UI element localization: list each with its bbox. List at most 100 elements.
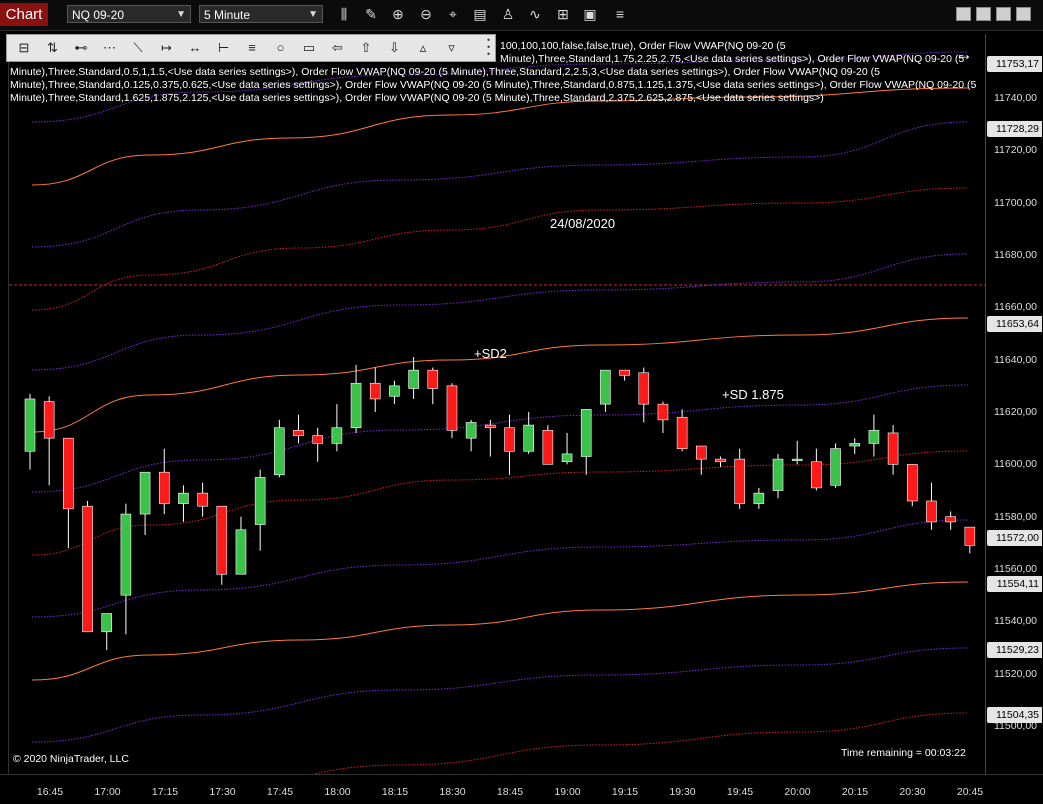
candle-body bbox=[523, 424, 534, 452]
candle-body bbox=[408, 369, 419, 389]
candle-body bbox=[504, 427, 515, 452]
time-tick-label: 17:15 bbox=[151, 786, 179, 798]
time-remaining: Time remaining = 00:03:22 bbox=[841, 747, 966, 759]
vwap-band-line bbox=[31, 317, 969, 433]
price-tick-label: 11740,00 bbox=[994, 92, 1038, 105]
candle-body bbox=[561, 453, 573, 463]
vwap-band-line bbox=[31, 121, 969, 248]
candle-body bbox=[964, 526, 976, 546]
arrow-right-icon[interactable]: → bbox=[955, 44, 973, 65]
time-tick-label: 19:00 bbox=[554, 786, 581, 798]
time-tick-label: 20:00 bbox=[784, 786, 811, 798]
candle-body bbox=[906, 464, 918, 502]
vwap-band-line bbox=[31, 384, 969, 493]
candle-body bbox=[446, 385, 458, 431]
copyright-text: © 2020 NinjaTrader, LLC bbox=[13, 753, 129, 765]
candle-body bbox=[945, 516, 956, 523]
candle-body bbox=[178, 492, 189, 504]
price-marker-box: 11728,29 bbox=[987, 120, 1042, 137]
time-tick-label: 18:45 bbox=[496, 786, 524, 798]
price-tick-label: 11520,00 bbox=[994, 667, 1038, 680]
vwap-band-line bbox=[31, 519, 969, 618]
time-tick-label: 19:15 bbox=[611, 786, 639, 798]
price-tick-label: 11580,00 bbox=[994, 510, 1038, 523]
price-marker-box: 11653,64 bbox=[987, 316, 1042, 332]
sd1875-label: +SD 1.875 bbox=[722, 387, 784, 402]
date-label: 24/08/2020 bbox=[550, 216, 616, 231]
candle-body bbox=[43, 401, 55, 439]
candle-body bbox=[676, 416, 688, 449]
price-tick-label: 11620,00 bbox=[994, 406, 1038, 419]
time-tick-label: 20:45 bbox=[956, 786, 984, 798]
time-tick-label: 18:00 bbox=[324, 786, 351, 798]
candle-body bbox=[638, 372, 650, 405]
price-marker-box: 11504,35 bbox=[987, 706, 1042, 723]
time-tick-label: 19:45 bbox=[726, 786, 754, 798]
time-tick-label: 17:30 bbox=[209, 786, 236, 798]
price-tick-label: 11720,00 bbox=[994, 144, 1038, 157]
indicator-line: Minute),Three,Standard,0.5,1,1.5,<Use da… bbox=[10, 66, 880, 78]
price-tick-label: 11600,00 bbox=[994, 458, 1038, 471]
price-chart bbox=[9, 51, 985, 791]
candle-body bbox=[830, 448, 841, 486]
vwap-band-line bbox=[31, 647, 969, 743]
price-tick-label: 11640,00 bbox=[994, 353, 1038, 366]
time-tick-label: 19:30 bbox=[669, 786, 696, 798]
candle-body bbox=[695, 445, 707, 460]
candle-body bbox=[312, 435, 324, 444]
time-tick-label: 18:30 bbox=[439, 786, 466, 798]
candle-body bbox=[63, 437, 74, 510]
candle-body bbox=[101, 613, 113, 633]
price-tick-label: 11700,00 bbox=[994, 196, 1038, 209]
vwap-band-line bbox=[31, 187, 969, 311]
indicator-line: Minute),Three,Standard,1.625,1.875,2.125… bbox=[10, 92, 824, 104]
candle-body bbox=[369, 382, 381, 400]
candle-body bbox=[772, 458, 784, 491]
candle-body bbox=[24, 398, 36, 452]
time-tick-label: 18:15 bbox=[381, 786, 409, 798]
candle-body bbox=[868, 430, 880, 444]
price-tick-label: 11660,00 bbox=[994, 301, 1038, 314]
candle-body bbox=[542, 430, 554, 465]
price-tick-label: 11680,00 bbox=[994, 249, 1038, 262]
candle-body bbox=[619, 369, 630, 376]
candle-body bbox=[254, 477, 266, 525]
vwap-band-line bbox=[31, 581, 969, 681]
candle-body bbox=[139, 471, 151, 515]
candle-body bbox=[197, 492, 208, 507]
candle-body bbox=[887, 432, 899, 465]
candle-body bbox=[274, 427, 285, 476]
candle-body bbox=[580, 409, 592, 457]
candle-body bbox=[235, 529, 247, 575]
sd2-label: +SD2 bbox=[474, 346, 507, 361]
candle-body bbox=[465, 422, 477, 439]
price-tick-label: 11540,00 bbox=[994, 615, 1038, 628]
candle-body bbox=[216, 505, 228, 575]
candle-body bbox=[427, 369, 439, 389]
price-marker-box: 11753,17 bbox=[987, 55, 1042, 72]
time-tick-label: 20:15 bbox=[841, 786, 869, 798]
indicator-labels: 100,100,100,false,false,true), Order Flo… bbox=[10, 40, 982, 105]
candle-body bbox=[350, 382, 362, 429]
candle-body bbox=[389, 385, 400, 397]
time-tick-label: 16:45 bbox=[36, 786, 64, 798]
time-tick-label: 17:00 bbox=[94, 786, 121, 798]
indicator-line: 100,100,100,false,false,true), Order Flo… bbox=[500, 40, 786, 52]
candle-body bbox=[734, 458, 745, 504]
candle-body bbox=[331, 427, 343, 444]
candle-body bbox=[926, 500, 937, 523]
candle-body bbox=[158, 471, 170, 504]
candle-body bbox=[811, 461, 822, 489]
time-tick-label: 17:45 bbox=[266, 786, 294, 798]
candle-body bbox=[485, 424, 496, 429]
price-marker-box: 11572,00 bbox=[987, 529, 1042, 546]
price-marker-box: 11554,11 bbox=[987, 576, 1042, 593]
candle-body bbox=[791, 458, 803, 461]
price-tick-label: 11560,00 bbox=[994, 563, 1038, 575]
candle-body bbox=[293, 430, 304, 436]
candle-body bbox=[120, 513, 132, 596]
indicator-line: Minute),Three,Standard,1.75,2.25,2.75,<U… bbox=[500, 53, 965, 65]
candle-body bbox=[657, 403, 669, 421]
candle-body bbox=[715, 458, 726, 463]
time-tick-label: 20:30 bbox=[899, 786, 926, 798]
